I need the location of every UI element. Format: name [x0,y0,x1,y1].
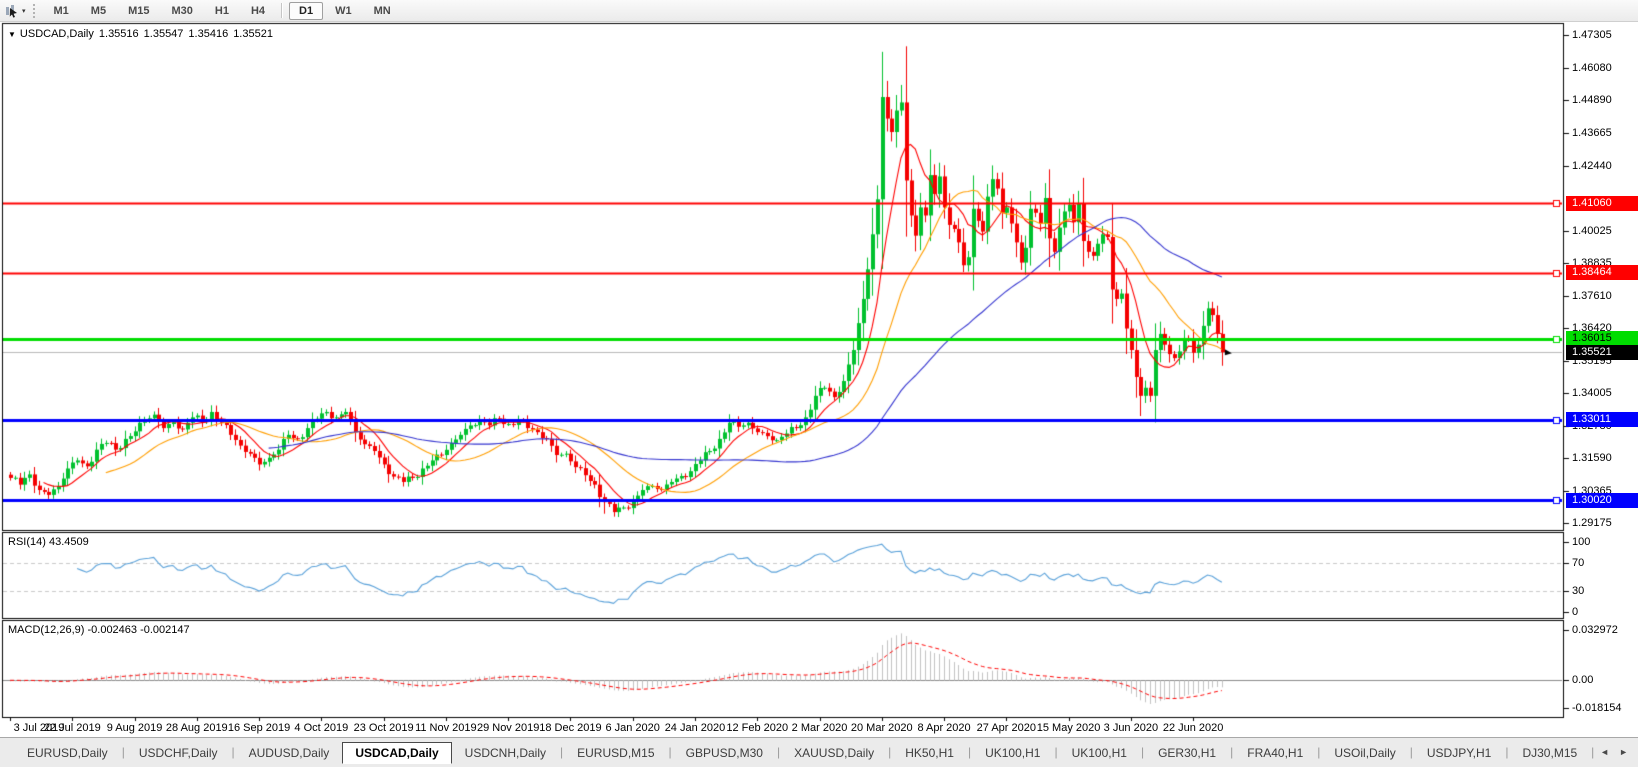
tab-uk100-h1[interactable]: UK100,H1 [972,742,1053,764]
macd-value: -0.002463 [87,624,138,636]
tab-audusd-daily[interactable]: AUDUSD,Daily [236,742,343,764]
timeframe-m5-button[interactable]: M5 [81,2,116,20]
toolbar-separator [281,3,284,18]
timeframe-w1-button[interactable]: W1 [325,2,362,20]
tab-usdcad-daily[interactable]: USDCAD,Daily [342,742,452,764]
timeframe-h1-button[interactable]: H1 [205,2,239,20]
ohlc-close: 1.35521 [233,28,273,40]
tab-uk100-h1[interactable]: UK100,H1 [1059,742,1140,764]
level-price-badge: 1.41060 [1566,195,1638,211]
tab-dj30-m15[interactable]: DJ30,M15 [1509,742,1590,764]
tab-separator: | [1591,745,1595,759]
tab-usdcnh-daily[interactable]: USDCNH,Daily [452,742,559,764]
tab-scroll-right-icon[interactable]: ► [1619,747,1628,757]
tab-eurusd-m15[interactable]: EURUSD,M15 [564,742,667,764]
level-price-badge: 1.33011 [1566,412,1638,428]
rsi-label: RSI(14) 43.4509 [8,536,89,548]
tab-usoil-daily[interactable]: USOil,Daily [1321,742,1408,764]
rsi-value: 43.4509 [48,536,89,548]
chart-title: ▼ USDCAD,Daily 1.35516 1.35547 1.35416 1.3552… [8,28,273,40]
chart-symbol-label: USDCAD,Daily [19,28,94,40]
timeframe-mn-button[interactable]: MN [364,2,401,20]
tab-xauusd-daily[interactable]: XAUUSD,Daily [781,742,887,764]
ohlc-open: 1.35516 [98,28,139,40]
chart-tab-bar: EURUSD,Daily | USDCHF,Daily | AUDUSD,Daily US… [0,737,1638,767]
tab-hk50-h1[interactable]: HK50,H1 [892,742,967,764]
tab-usdchf-daily[interactable]: USDCHF,Daily [126,742,231,764]
tab-ger30-h1[interactable]: GER30,H1 [1145,742,1229,764]
timeframe-d1-button[interactable]: D1 [289,1,324,20]
chart-cursor-icon [6,4,17,18]
chart-canvas[interactable] [0,0,1638,737]
tab-fra40-h1[interactable]: FRA40,H1 [1234,742,1316,764]
ohlc-high: 1.35547 [143,28,184,40]
ohlc-low: 1.35416 [188,28,229,40]
timeframe-m1-button[interactable]: M1 [44,2,79,20]
timeframe-m15-button[interactable]: M15 [118,2,159,20]
toolbar: ▾ M1 M5 M15 M30 H1 H4 D1 W1 MN [0,0,1638,22]
toolbar-grip[interactable] [32,3,38,18]
tab-eurusd-daily[interactable]: EURUSD,Daily [14,742,121,764]
chart-menu-icon[interactable]: ▼ [8,30,16,39]
tab-scroll-left-icon[interactable]: ◄ [1600,747,1609,757]
level-price-badge: 1.30020 [1566,492,1638,508]
tab-usdjpy-h1[interactable]: USDJPY,H1 [1414,742,1504,764]
current-price-badge: 1.35521 [1566,344,1638,360]
tab-scroll-arrows: ◄ ► [1600,742,1628,757]
chart-tabs: EURUSD,Daily | USDCHF,Daily | AUDUSD,Daily US… [14,742,1595,764]
macd-label: MACD(12,26,9) -0.002463 -0.002147 [8,624,190,636]
timeframe-h4-button[interactable]: H4 [241,2,275,20]
chevron-down-icon: ▾ [22,7,26,15]
macd-signal-value: -0.002147 [140,624,190,636]
chart-cursor-button[interactable]: ▾ [0,1,30,21]
tab-gbpusd-m30[interactable]: GBPUSD,M30 [673,742,776,764]
level-price-badge: 1.38464 [1566,265,1638,281]
timeframe-m30-button[interactable]: M30 [161,2,202,20]
